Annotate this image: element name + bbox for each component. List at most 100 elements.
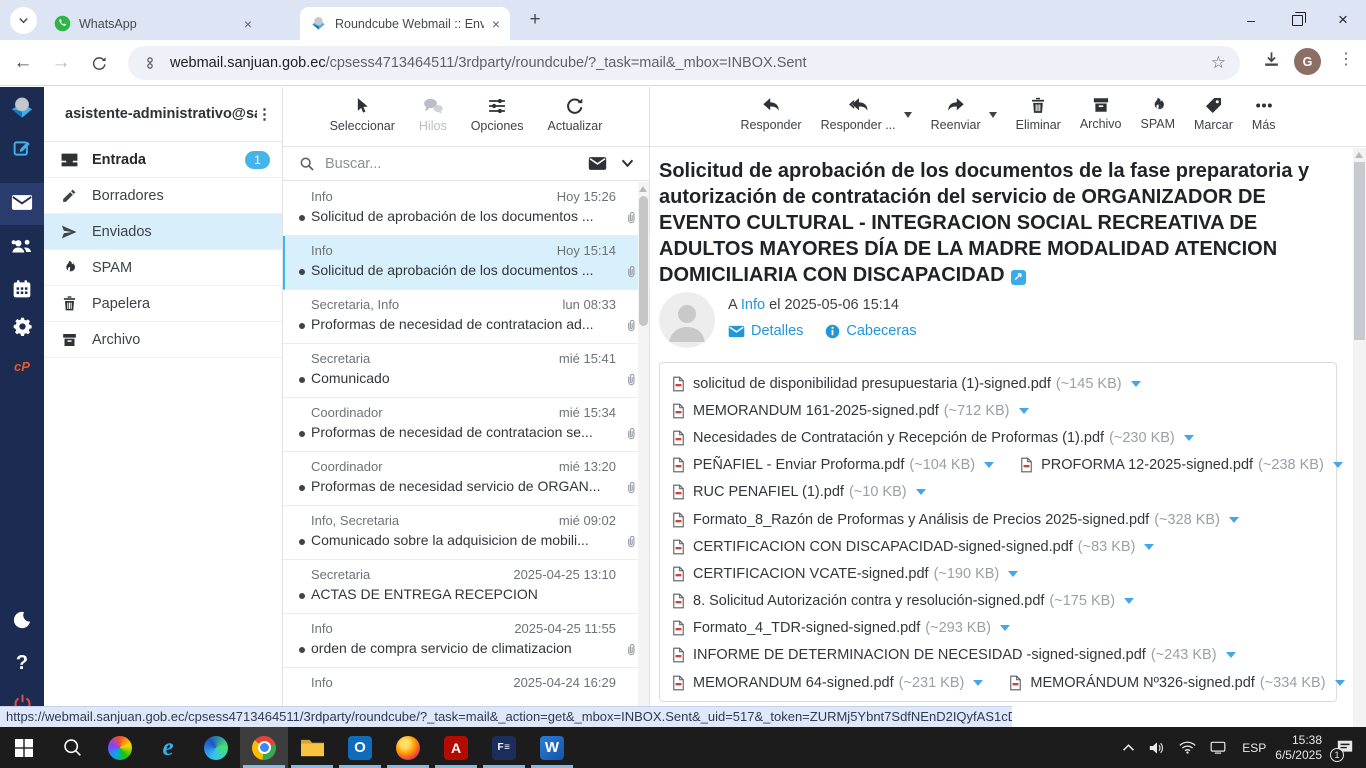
taskbar-copilot-button[interactable]	[96, 727, 144, 768]
taskbar-fss-button[interactable]: F≡	[480, 727, 528, 768]
rail-cpanel-button[interactable]: cP	[0, 359, 44, 374]
address-bar[interactable]: webmail.sanjuan.gob.ec/cpsess4713464511/…	[128, 46, 1240, 80]
taskbar-word-button[interactable]: W	[528, 727, 576, 768]
attachment-item[interactable]: PEÑAFIEL - Enviar Proforma.pdf(~104 KB)	[672, 457, 994, 473]
language-indicator[interactable]: ESP	[1242, 741, 1266, 755]
forward-dropdown-caret[interactable]	[989, 112, 997, 118]
window-minimize-button[interactable]: –	[1228, 0, 1274, 40]
archive-button[interactable]: Archivo	[1080, 96, 1122, 146]
options-button[interactable]: Opciones	[471, 96, 524, 146]
attachment-item[interactable]: CERTIFICACION CON DISCAPACIDAD-signed-si…	[672, 539, 1154, 555]
tab-whatsapp-close-icon[interactable]: ×	[244, 16, 252, 32]
forward-button[interactable]: →	[46, 48, 76, 78]
search-scope-mail-icon[interactable]	[588, 156, 607, 171]
site-settings-icon[interactable]	[142, 55, 158, 71]
search-options-chevron[interactable]	[621, 159, 634, 168]
attachment-menu-caret[interactable]	[1184, 435, 1194, 441]
wifi-icon[interactable]	[1179, 741, 1196, 754]
compose-button[interactable]	[0, 138, 44, 159]
search-input[interactable]	[325, 156, 555, 172]
screen-cast-icon[interactable]	[1210, 741, 1226, 754]
attachment-item[interactable]: RUC PENAFIEL (1).pdf(~10 KB)	[672, 484, 926, 500]
attachment-menu-caret[interactable]	[1008, 571, 1018, 577]
attachment-item[interactable]: Necesidades de Contratación y Recepción …	[672, 430, 1194, 446]
rail-mail-button[interactable]	[0, 194, 44, 211]
taskbar-edge-button[interactable]	[192, 727, 240, 768]
rail-settings-button[interactable]	[0, 316, 44, 337]
attachment-menu-caret[interactable]	[1000, 625, 1010, 631]
attachment-menu-caret[interactable]	[984, 462, 994, 468]
tab-whatsapp[interactable]: WhatsApp ×	[44, 7, 262, 40]
browser-profile-avatar[interactable]: G	[1294, 48, 1321, 75]
attachment-item[interactable]: solicitud de disponibilidad presupuestar…	[672, 376, 1141, 392]
message-row[interactable]: Secretaria, Info lun 08:33 Proformas de …	[283, 290, 650, 344]
taskbar-outlook-button[interactable]: O	[336, 727, 384, 768]
attachment-menu-caret[interactable]	[973, 680, 983, 686]
attachment-item[interactable]: MEMORANDUM 161-2025-signed.pdf(~712 KB)	[672, 403, 1029, 419]
volume-icon[interactable]	[1149, 741, 1165, 755]
message-row[interactable]: Info 2025-04-25 11:55 orden de compra se…	[283, 614, 650, 668]
taskbar-ie-button[interactable]: e	[144, 727, 192, 768]
sidebar-item-spam[interactable]: SPAM	[44, 250, 282, 286]
start-button[interactable]	[0, 727, 48, 768]
attachment-menu-caret[interactable]	[1144, 544, 1154, 550]
scroll-up-arrow[interactable]	[639, 186, 647, 192]
reply-all-button[interactable]: Responder ...	[821, 96, 896, 146]
taskbar-acrobat-button[interactable]: A	[432, 727, 480, 768]
attachment-item[interactable]: PROFORMA 12-2025-signed.pdf(~238 KB)	[1020, 457, 1343, 473]
reply-button[interactable]: Responder	[740, 96, 801, 146]
attachment-menu-caret[interactable]	[1229, 517, 1239, 523]
browser-menu-button[interactable]: ⋮	[1338, 49, 1354, 69]
message-row-selected[interactable]: Info Hoy 15:14 Solicitud de aprobación d…	[283, 236, 650, 290]
sidebar-item-entrada[interactable]: Entrada 1	[44, 142, 282, 178]
open-in-new-window-icon[interactable]: ↗	[1011, 270, 1026, 285]
attachment-menu-caret[interactable]	[1226, 652, 1236, 658]
attachment-menu-caret[interactable]	[1124, 598, 1134, 604]
sidebar-item-enviados[interactable]: Enviados	[44, 214, 282, 250]
tab-roundcube-active[interactable]: Roundcube Webmail :: Enviados ×	[300, 7, 510, 40]
refresh-button[interactable]: Actualizar	[548, 96, 603, 146]
new-tab-button[interactable]: +	[522, 9, 548, 31]
attachment-item[interactable]: 8. Solicitud Autorización contra y resol…	[672, 593, 1134, 609]
window-close-button[interactable]: ×	[1320, 0, 1366, 40]
reload-button[interactable]	[84, 48, 114, 78]
reader-scrollbar-thumb[interactable]	[1354, 162, 1365, 340]
taskbar-search-button[interactable]	[48, 727, 96, 768]
attachment-item[interactable]: Formato_8_Razón de Proformas y Análisis …	[672, 512, 1239, 528]
mark-button[interactable]: Marcar	[1194, 96, 1233, 146]
back-button[interactable]: ←	[8, 48, 38, 78]
sidebar-item-borradores[interactable]: Borradores	[44, 178, 282, 214]
delete-button[interactable]: Eliminar	[1016, 96, 1061, 146]
rail-help-button[interactable]: ?	[0, 652, 44, 675]
message-row[interactable]: Info, Secretaria mié 09:02 Comunicado so…	[283, 506, 650, 560]
downloads-button[interactable]	[1262, 50, 1281, 69]
tab-search-button[interactable]	[10, 7, 37, 34]
taskbar-firefox-button[interactable]	[384, 727, 432, 768]
message-row[interactable]: Coordinador mié 15:34 Proformas de neces…	[283, 398, 650, 452]
rail-contacts-button[interactable]	[0, 236, 44, 256]
attachment-item[interactable]: INFORME DE DETERMINACION DE NECESIDAD -s…	[672, 647, 1236, 663]
tab-roundcube-close-icon[interactable]: ×	[492, 16, 500, 32]
select-button[interactable]: Seleccionar	[330, 96, 395, 146]
recipient-link[interactable]: Info	[741, 297, 765, 313]
headers-link[interactable]: Cabeceras	[825, 323, 916, 339]
message-row[interactable]: Coordinador mié 13:20 Proformas de neces…	[283, 452, 650, 506]
message-row[interactable]: Secretaria 2025-04-25 13:10 ACTAS DE ENT…	[283, 560, 650, 614]
rail-calendar-button[interactable]	[0, 279, 44, 299]
reader-scrollbar[interactable]	[1353, 148, 1366, 768]
list-scrollbar-thumb[interactable]	[639, 196, 648, 326]
tray-expand-chevron[interactable]	[1122, 743, 1135, 752]
message-row[interactable]: Secretaria mié 15:41 Comunicado	[283, 344, 650, 398]
attachment-item[interactable]: CERTIFICACION VCATE-signed.pdf(~190 KB)	[672, 566, 1018, 582]
spam-button[interactable]: SPAM	[1141, 96, 1176, 146]
bookmark-star-icon[interactable]: ☆	[1211, 53, 1226, 73]
attachment-menu-caret[interactable]	[1131, 381, 1141, 387]
attachment-menu-caret[interactable]	[916, 489, 926, 495]
forward-button[interactable]: Reenviar	[931, 96, 981, 146]
message-row[interactable]: Info Hoy 15:26 Solicitud de aprobación d…	[283, 182, 650, 236]
attachment-item[interactable]: MEMORÁNDUM Nº326-signed.pdf(~334 KB)	[1009, 675, 1344, 691]
scroll-up-arrow[interactable]	[1355, 152, 1363, 158]
attachment-item[interactable]: Formato_4_TDR-signed-signed.pdf(~293 KB)	[672, 620, 1010, 636]
list-scrollbar[interactable]	[638, 182, 649, 768]
window-restore-button[interactable]	[1274, 0, 1320, 40]
